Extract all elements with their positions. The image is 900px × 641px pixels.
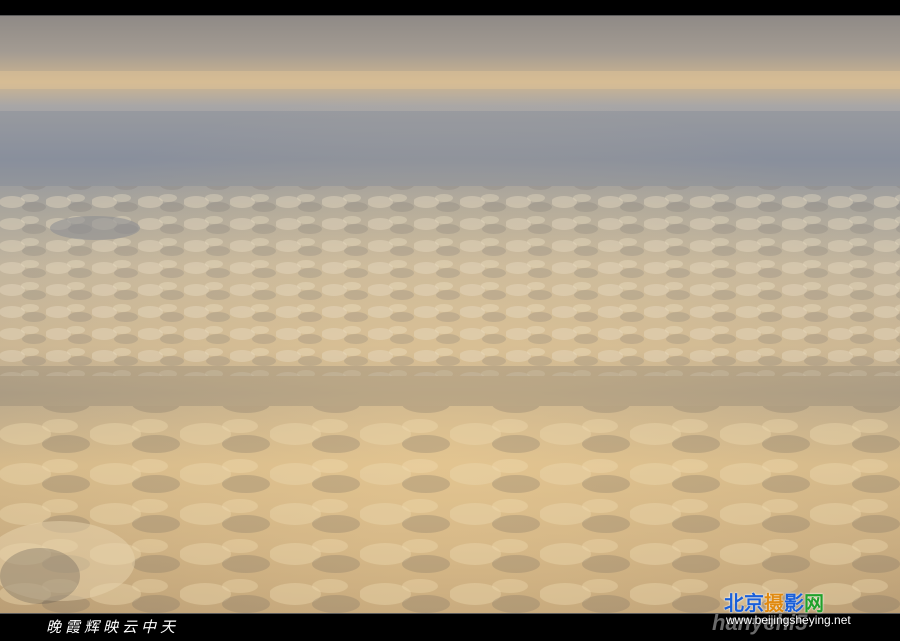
cloud-sea-photo — [0, 15, 900, 614]
photo-caption: 晚霞辉映云中天 — [46, 618, 180, 636]
photo-frame — [0, 0, 900, 641]
site-url[interactable]: www.beijingsheying.net — [726, 613, 851, 627]
